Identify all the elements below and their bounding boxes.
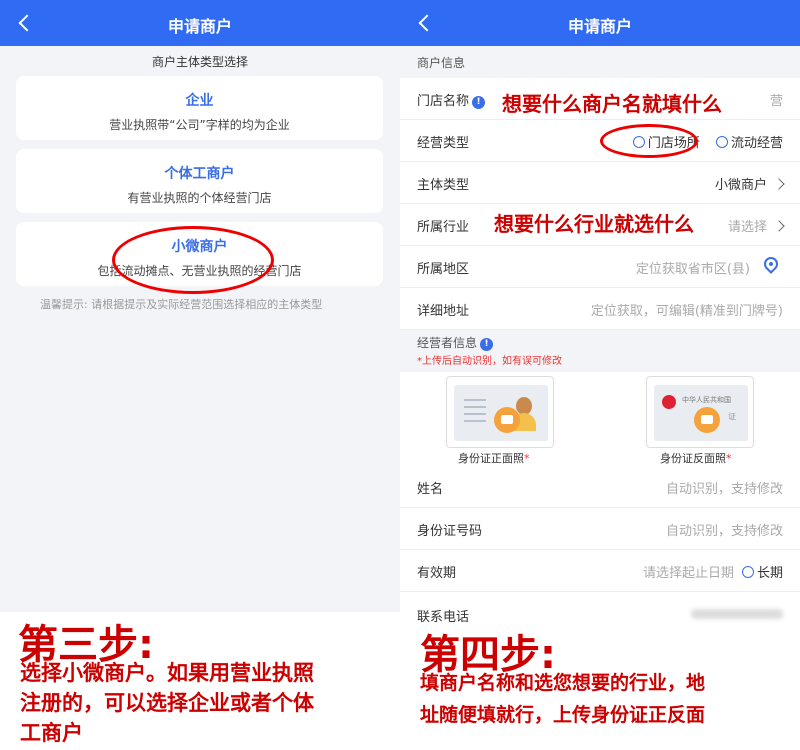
card-desc: 包括流动摊点、无营业执照的经营门店 bbox=[97, 264, 302, 278]
store-name-input[interactable]: 营 bbox=[770, 90, 783, 109]
card-title: 企业 bbox=[185, 93, 214, 109]
merchant-info-label: 商户信息 bbox=[417, 56, 466, 70]
text-lines bbox=[464, 399, 486, 427]
chevron-right-icon bbox=[773, 220, 785, 232]
step-four-line-1: 填商户名称和选您想要的行业，地 bbox=[420, 672, 706, 694]
row-label: 所属地区 bbox=[417, 262, 470, 277]
radio-store[interactable]: 门店场所 bbox=[632, 136, 700, 151]
entity-card-enterprise[interactable]: 企业 营业执照带“公司”字样的均为企业 bbox=[16, 76, 383, 140]
biz-type-row: 经营类型 门店场所 流动经营 bbox=[400, 120, 800, 162]
info-icon[interactable]: ! bbox=[480, 338, 494, 351]
left-phone-screen: 申请商户 商户主体类型选择 企业 营业执照带“公司”字样的均为企业 个体工商户 … bbox=[0, 0, 400, 612]
screenshot-composite: 申请商户 商户主体类型选择 企业 营业执照带“公司”字样的均为企业 个体工商户 … bbox=[0, 0, 800, 750]
id-back-country: 中华人民共和国 bbox=[682, 396, 731, 404]
radio-circle-icon bbox=[715, 136, 728, 148]
long-term-option[interactable]: 长期 bbox=[741, 566, 783, 581]
address-input[interactable]: 定位获取，可编辑(精准到门牌号) bbox=[591, 300, 783, 319]
industry-select[interactable]: 请选择 bbox=[728, 216, 785, 235]
camera-icon bbox=[494, 407, 520, 433]
step-three-line-1: 选择小微商户。如果用营业执照 bbox=[20, 661, 314, 685]
row-label: 所属行业 bbox=[417, 220, 470, 235]
phone-row[interactable]: 联系电话 bbox=[400, 592, 800, 625]
entity-card-micro[interactable]: 小微商户 包括流动摊点、无营业执照的经营门店 bbox=[16, 222, 383, 286]
name-input[interactable]: 自动识别，支持修改 bbox=[666, 478, 783, 497]
national-emblem-icon bbox=[662, 395, 676, 409]
radio-circle-icon bbox=[741, 566, 754, 578]
radio-circle-icon bbox=[632, 136, 645, 148]
id-number-row[interactable]: 身份证号码 自动识别，支持修改 bbox=[400, 508, 800, 550]
biz-type-options: 门店场所 流动经营 bbox=[632, 132, 783, 151]
card-desc: 有营业执照的个体经营门店 bbox=[127, 191, 272, 205]
row-label: 身份证号码 bbox=[417, 524, 483, 539]
step-three-line-2: 注册的，可以选择企业或者个体 bbox=[20, 691, 314, 715]
row-label: 门店名称! bbox=[417, 90, 486, 109]
step-three-line-3: 工商户 bbox=[20, 721, 83, 745]
tip-text: 温馨提示: 请根据提示及实际经营范围选择相应的主体类型 bbox=[40, 298, 323, 311]
card-title: 小微商户 bbox=[171, 239, 228, 255]
id-back-fragment: 证 bbox=[728, 412, 736, 421]
annotation-store-name: 想要什么商户名就填什么 bbox=[502, 92, 722, 116]
region-value: 定位获取省市区(县) bbox=[635, 262, 750, 277]
right-phone-screen: 申请商户 商户信息 门店名称! 营 经营类型 门店场所 流动经营 主体类型 小微… bbox=[400, 0, 800, 625]
header-bar: 申请商户 bbox=[0, 0, 400, 46]
row-label: 有效期 bbox=[417, 566, 457, 581]
section-header: 商户信息 bbox=[400, 46, 800, 78]
radio-mobile[interactable]: 流动经营 bbox=[715, 136, 783, 151]
id-number-input[interactable]: 自动识别，支持修改 bbox=[666, 520, 783, 539]
phone-blurred bbox=[691, 606, 783, 621]
annotation-industry: 想要什么行业就选什么 bbox=[494, 212, 694, 236]
name-row[interactable]: 姓名 自动识别，支持修改 bbox=[400, 466, 800, 508]
info-icon[interactable]: ! bbox=[472, 96, 486, 109]
row-label: 姓名 bbox=[417, 482, 444, 497]
entity-type-row[interactable]: 主体类型 小微商户 bbox=[400, 162, 800, 204]
id-back-label: 身份证反面照* bbox=[660, 452, 732, 465]
location-pin-icon[interactable] bbox=[761, 254, 781, 274]
camera-icon bbox=[694, 407, 720, 433]
validity-value[interactable]: 请选择起止日期 长期 bbox=[643, 562, 783, 581]
card-title: 个体工商户 bbox=[164, 166, 235, 182]
operator-note: *上传后自动识别，如有误可修改 bbox=[417, 356, 562, 367]
row-label: 经营类型 bbox=[417, 136, 470, 151]
row-label: 详细地址 bbox=[417, 304, 470, 319]
id-card-image bbox=[454, 385, 548, 441]
operator-info-label: 经营者信息! bbox=[417, 334, 494, 351]
header-bar: 申请商户 bbox=[400, 0, 800, 46]
section-header: 经营者信息! *上传后自动识别，如有误可修改 bbox=[400, 330, 800, 372]
id-front-label: 身份证正面照* bbox=[458, 452, 530, 465]
id-back-upload[interactable]: 中华人民共和国 证 bbox=[646, 376, 754, 448]
address-row[interactable]: 详细地址 定位获取，可编辑(精准到门牌号) bbox=[400, 288, 800, 330]
region-row[interactable]: 所属地区 定位获取省市区(县) bbox=[400, 246, 800, 288]
page-title: 申请商户 bbox=[567, 17, 632, 36]
validity-row[interactable]: 有效期 请选择起止日期 长期 bbox=[400, 550, 800, 592]
row-label: 主体类型 bbox=[417, 178, 470, 193]
id-card-image: 中华人民共和国 证 bbox=[654, 385, 748, 441]
entity-type-value: 小微商户 bbox=[715, 174, 785, 193]
step-four-line-2: 址随便填就行，上传身份证正反面 bbox=[420, 704, 706, 726]
section-title: 商户主体类型选择 bbox=[151, 55, 248, 69]
page-title: 申请商户 bbox=[167, 17, 232, 36]
id-front-upload[interactable] bbox=[446, 376, 554, 448]
chevron-right-icon bbox=[773, 178, 785, 190]
card-desc: 营业执照带“公司”字样的均为企业 bbox=[109, 118, 290, 132]
entity-card-individual[interactable]: 个体工商户 有营业执照的个体经营门店 bbox=[16, 149, 383, 213]
